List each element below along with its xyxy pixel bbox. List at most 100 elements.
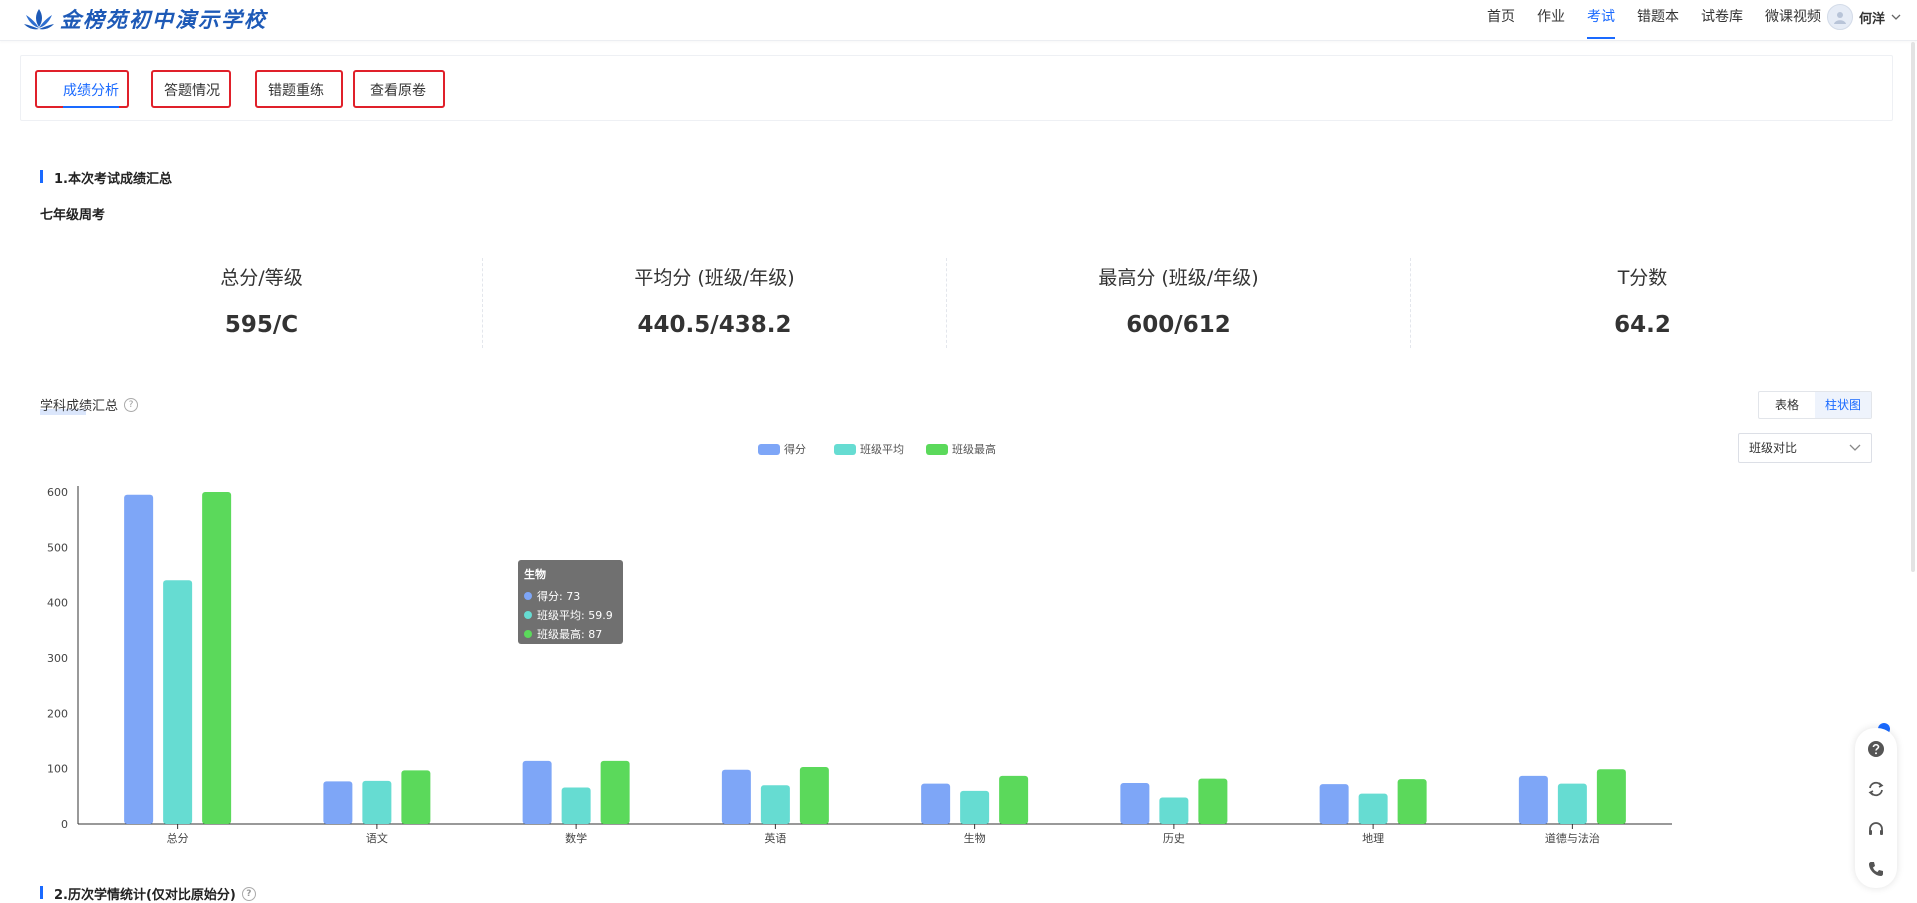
legend-dot [524, 610, 532, 619]
stat-label: 平均分 (班级/年级) [634, 267, 795, 289]
phone-icon[interactable] [1867, 860, 1885, 878]
legend-swatch [758, 444, 780, 455]
stat-label: 最高分 (班级/年级) [1098, 267, 1259, 289]
bar [760, 785, 790, 824]
legend-label: 班级最高 [952, 442, 996, 456]
lotus-logo-icon [24, 9, 54, 30]
view-toggle: 表格 柱状图 [1758, 391, 1872, 419]
nav-homework[interactable]: 作业 [1537, 0, 1565, 38]
stat-highest: 最高分 (班级/年级) 600/612 [946, 258, 1410, 348]
stat-value: 595/C [224, 312, 299, 338]
side-toolbar [1855, 728, 1897, 888]
compare-select[interactable]: 班级对比 [1738, 433, 1872, 463]
help-icon[interactable]: ? [241, 886, 256, 901]
user-name: 何洋 [1858, 11, 1885, 27]
y-tick-label: 300 [47, 652, 68, 665]
x-tick-label: 道德与法治 [1545, 831, 1600, 845]
tab-view-original[interactable]: 查看原卷 [353, 70, 445, 108]
tab-label: 答题情况 [164, 83, 220, 99]
bar [522, 760, 552, 824]
view-bar-chart-button[interactable]: 柱状图 [1815, 392, 1871, 418]
stat-average: 平均分 (班级/年级) 440.5/438.2 [482, 258, 946, 348]
bar [362, 780, 392, 824]
stat-label: T分数 [1617, 267, 1668, 289]
tooltip-score: 得分: 73 [537, 589, 581, 603]
tooltip-row: 得分: 73 [524, 586, 617, 605]
tab-score-analysis[interactable]: 成绩分析 [35, 70, 129, 108]
stat-label: 总分/等级 [220, 267, 303, 289]
subject-summary-label: 学科成绩汇总 [40, 399, 119, 414]
user-menu[interactable]: 何洋 [1826, 4, 1901, 30]
nav-paper-library[interactable]: 试卷库 [1701, 0, 1743, 38]
tooltip-title: 生物 [524, 568, 546, 581]
y-tick-label: 200 [47, 707, 68, 720]
section-title: 2.历次学情统计(仅对比原始分) [54, 888, 236, 903]
bar [1358, 793, 1388, 824]
tab-wrong-retry[interactable]: 错题重练 [255, 70, 343, 108]
bar [202, 492, 232, 824]
bar [1120, 783, 1150, 824]
stat-value: 64.2 [1614, 312, 1671, 338]
x-tick-label: 数学 [565, 831, 587, 845]
school-logo[interactable]: 金榜苑初中演示学校 [22, 4, 267, 34]
nav-micro-video[interactable]: 微课视频 [1765, 0, 1821, 38]
score-summary: 总分/等级 595/C 平均分 (班级/年级) 440.5/438.2 最高分 … [30, 258, 1885, 348]
x-tick-label: 英语 [764, 831, 786, 845]
y-tick-label: 0 [61, 818, 68, 831]
tooltip-row: 班级最高: 87 [524, 624, 617, 643]
user-icon [1833, 12, 1846, 24]
exam-name: 七年级周考 [40, 208, 106, 223]
nav-wrong-book[interactable]: 错题本 [1637, 0, 1679, 38]
school-name: 金榜苑初中演示学校 [60, 7, 267, 32]
y-tick-label: 400 [47, 597, 68, 610]
avatar[interactable] [1826, 4, 1853, 30]
bar [561, 787, 591, 824]
chevron-down-icon [1891, 14, 1901, 20]
bar [921, 783, 951, 824]
stat-total-grade: 总分/等级 595/C [30, 258, 493, 348]
bar [1397, 779, 1427, 824]
bar [999, 775, 1029, 824]
x-tick-label: 生物 [964, 831, 986, 845]
bar [323, 781, 353, 824]
section-title: 1.本次考试成绩汇总 [40, 168, 172, 187]
x-tick-label: 历史 [1163, 832, 1185, 845]
x-tick-label: 总分 [167, 831, 189, 845]
bar [1518, 775, 1548, 824]
refresh-icon[interactable] [1867, 780, 1885, 798]
view-table-button[interactable]: 表格 [1759, 392, 1815, 418]
legend-swatch [926, 444, 948, 455]
legend-dot [524, 591, 532, 600]
report-tabs: 成绩分析 答题情况 错题重练 查看原卷 [20, 55, 1893, 121]
bar [1596, 769, 1626, 824]
headset-icon[interactable] [1867, 820, 1885, 838]
bar [1198, 778, 1228, 824]
nav-exam[interactable]: 考试 [1587, 0, 1615, 39]
help-circle-icon[interactable] [1867, 740, 1885, 758]
top-navigation-bar: 金榜苑初中演示学校 首页 作业 考试 错题本 试卷库 微课视频 何洋 [0, 0, 1917, 41]
x-tick-label: 地理 [1362, 832, 1384, 845]
stat-value: 600/612 [1126, 312, 1231, 338]
tab-label: 成绩分析 [63, 80, 119, 108]
bar [163, 580, 193, 824]
legend-swatch [834, 444, 856, 455]
tab-answer-status[interactable]: 答题情况 [151, 70, 231, 108]
main-nav: 首页 作业 考试 错题本 试卷库 微课视频 [1465, 0, 1821, 40]
stat-t-score: T分数 64.2 [1410, 258, 1874, 348]
bar [960, 790, 990, 824]
legend-label: 班级平均 [860, 443, 904, 456]
tooltip-class-avg: 班级平均: 59.9 [537, 608, 613, 622]
chevron-down-icon [1849, 444, 1861, 451]
bar [124, 494, 154, 824]
nav-home[interactable]: 首页 [1487, 0, 1515, 38]
compare-select-value: 班级对比 [1749, 441, 1798, 455]
bar [1159, 797, 1189, 824]
section2-header: 2.历次学情统计(仅对比原始分) ? [40, 884, 256, 903]
bar [401, 770, 431, 824]
tab-label: 错题重练 [268, 83, 324, 99]
bar [600, 760, 630, 824]
tab-label: 查看原卷 [370, 83, 426, 99]
bar [799, 767, 829, 824]
help-icon[interactable]: ? [124, 397, 139, 412]
page-scrollbar[interactable] [1911, 42, 1915, 572]
